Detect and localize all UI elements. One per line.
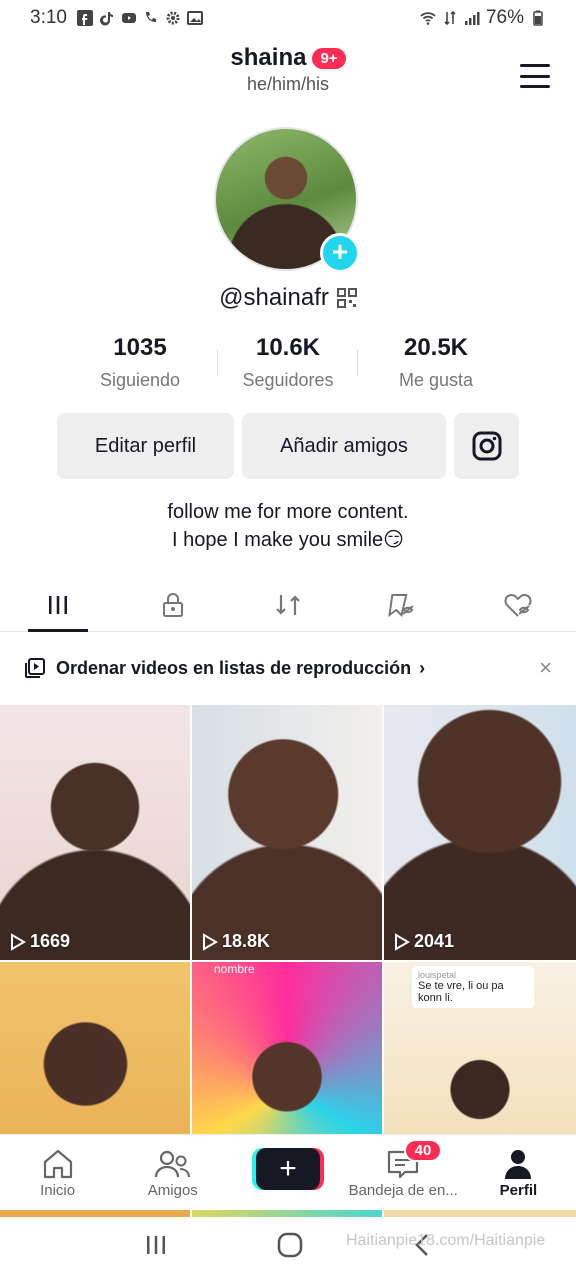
username-row[interactable]: shaina 9+ [0,44,576,72]
chevron-right-icon: › [419,657,426,678]
view-count-text: 2041 [414,931,455,951]
add-story-plus-icon[interactable]: + [320,233,360,273]
tab-liked[interactable] [461,578,576,631]
gallery-icon [186,11,203,25]
nav-inbox-label: Bandeja de en... [348,1182,458,1199]
status-bar: 3:10 76% [0,0,576,36]
nav-home[interactable]: Inicio [0,1135,115,1210]
status-notification-icons [76,10,203,26]
signal-icon [464,12,480,25]
home-button-icon[interactable] [277,1232,303,1258]
play-outline-icon [11,932,26,951]
nav-friends-label: Amigos [147,1182,198,1199]
view-count-text: 1669 [30,931,71,951]
watermark-text: Haitianpie18.com/Haitianpie [346,1232,546,1249]
bookmark-hidden-icon [388,593,414,617]
profile-actions: Editar perfil Añadir amigos [57,413,519,479]
nav-inbox[interactable]: Bandeja de en... 40 [346,1135,461,1210]
close-icon[interactable]: × [539,655,552,681]
profile-tabs [0,578,576,632]
instagram-icon [472,431,501,461]
stat-divider [217,350,218,376]
bottom-navigation: Inicio Amigos + Bandeja de en... 40 Perf… [0,1134,576,1210]
view-count-text: 18.8K [222,931,271,951]
friends-icon [154,1150,190,1178]
profile-stats: 1035 Siguiendo 10.6K Seguidores 20.5K Me… [70,334,506,391]
home-icon [43,1149,72,1179]
hamburger-menu-icon[interactable] [520,64,550,88]
likes-count: 20.5K [403,334,469,361]
recent-apps-icon[interactable] [144,1233,168,1257]
username-handle: @shainafr [219,284,329,311]
video-thumbnail[interactable]: 18.8K [192,705,382,960]
play-outline-icon [395,932,410,951]
comment-text: Se te vre, li ou pa konn li. [418,980,504,1004]
heart-hidden-icon [504,593,532,617]
pronouns: he/him/his [246,74,330,94]
add-friends-button[interactable]: Añadir amigos [242,413,446,479]
grid-icon [48,595,67,614]
edit-profile-button[interactable]: Editar perfil [57,413,234,479]
lock-icon [162,592,183,617]
wifi-icon [420,12,436,25]
nav-home-label: Inicio [40,1182,76,1199]
following-label: Siguiendo [99,370,181,390]
video-thumbnail[interactable]: 2041 [384,705,576,960]
tab-reposts[interactable] [230,578,345,631]
followers-count: 10.6K [255,334,321,361]
tiktok-icon [100,12,113,26]
nav-profile[interactable]: Perfil [461,1135,576,1210]
play-outline-icon [203,932,218,951]
tab-videos[interactable] [0,578,115,632]
battery-percent: 76% [485,7,524,28]
view-count: 18.8K [202,931,270,952]
display-name[interactable]: shaina [230,44,306,72]
playlist-banner-text: Ordenar videos en listas de reproducción [56,657,412,678]
nav-create[interactable]: + [230,1135,345,1210]
playlist-banner[interactable]: Ordenar videos en listas de reproducción… [24,646,552,690]
likes-label: Me gusta [398,370,474,390]
stat-likes[interactable]: 20.5K Me gusta [366,334,506,391]
instagram-button[interactable] [454,413,519,479]
facebook-icon [76,10,93,26]
status-system-icons: 76% [420,7,546,29]
tab-favorites[interactable] [346,578,461,631]
settings-gear-icon [166,11,180,25]
stat-divider [357,350,358,376]
stat-followers[interactable]: 10.6K Seguidores [218,334,358,391]
profile-icon [505,1150,532,1179]
data-transfer-icon [444,10,456,26]
bio-line: I hope I make you smile😏 [171,529,405,551]
qr-code-icon[interactable] [336,288,357,308]
view-count: 2041 [394,931,454,952]
battery-icon [533,10,543,26]
create-plus-icon: + [256,1147,320,1190]
youtube-icon [121,13,136,23]
avatar[interactable]: + [214,127,360,273]
nav-profile-label: Perfil [499,1182,538,1199]
profile-header: shaina 9+ he/him/his [0,44,576,110]
tab-private[interactable] [115,578,230,631]
comment-reply-sticker: louispetal Se te vre, li ou pa konn li. [412,966,534,1008]
repost-icon [276,594,300,615]
playlist-icon [25,658,45,678]
followers-label: Seguidores [242,370,334,390]
following-count: 1035 [113,334,167,361]
status-time: 3:10 [30,7,67,28]
comment-username: louispetal [418,970,457,980]
account-notification-badge: 9+ [312,47,346,69]
video-thumbnail[interactable]: 1669 [0,705,190,960]
inbox-count-badge: 40 [403,1139,443,1162]
view-count: 1669 [10,931,70,952]
video-overlay-text: nombre [214,962,255,976]
stat-following[interactable]: 1035 Siguiendo [70,334,210,391]
profile-bio: follow me for more content. I hope I mak… [0,498,576,554]
handle-row: @shainafr [0,284,576,312]
bio-line: follow me for more content. [167,501,409,523]
phone-icon [145,12,156,22]
nav-friends[interactable]: Amigos [115,1135,230,1210]
